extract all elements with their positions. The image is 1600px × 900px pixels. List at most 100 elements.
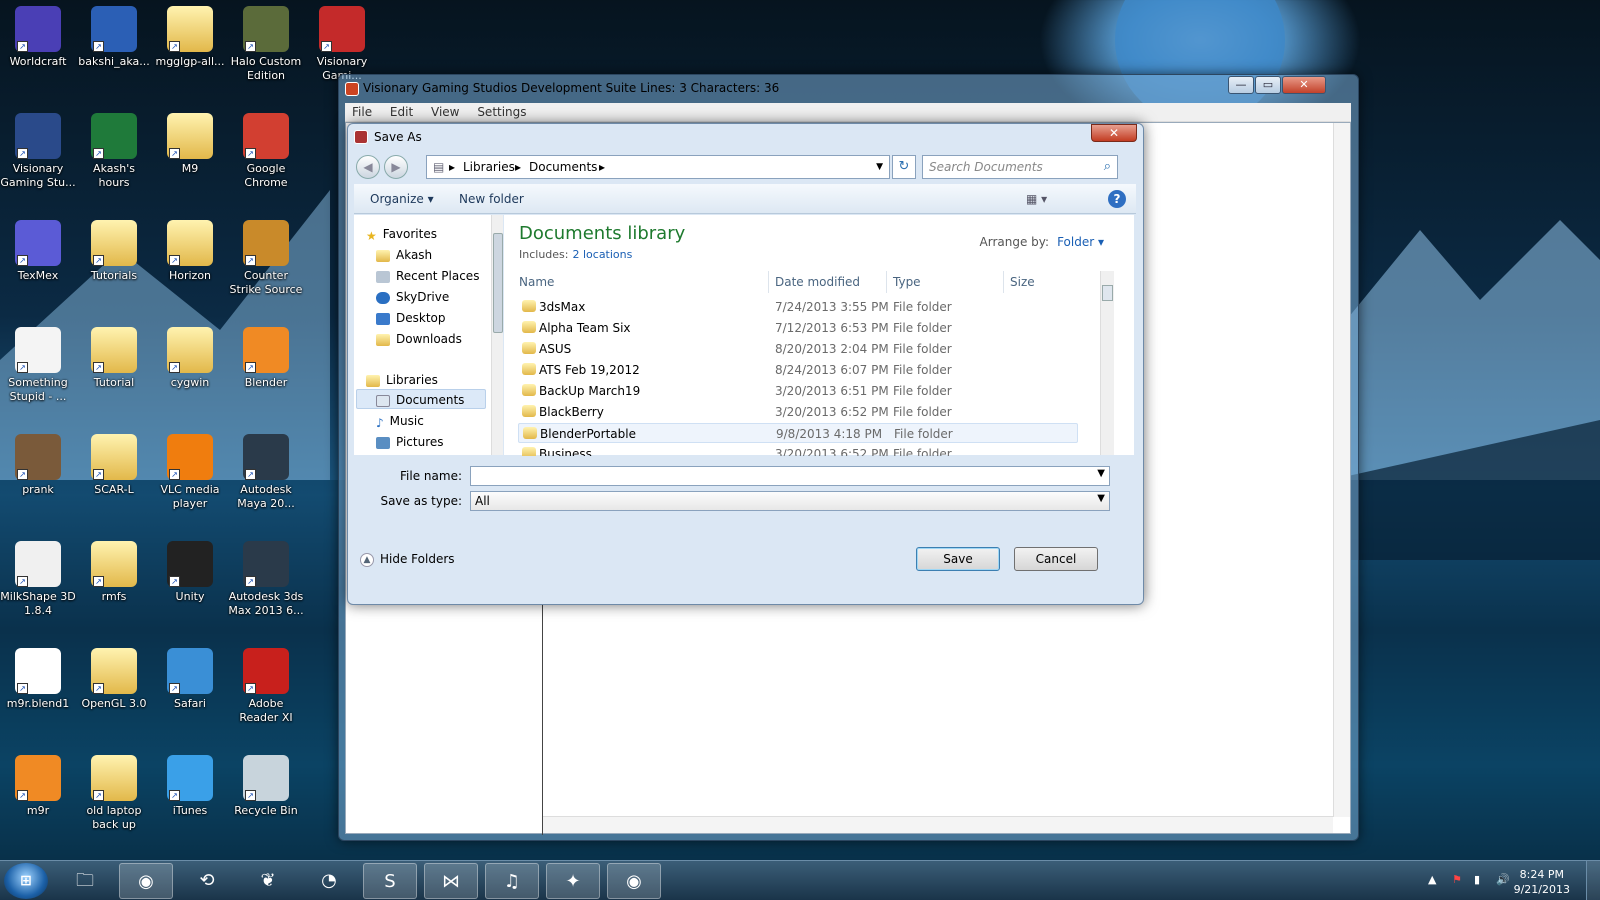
desktop-icon-itunes[interactable]: ↗ iTunes: [152, 749, 228, 849]
network-signal-icon[interactable]: ▮: [1474, 873, 1480, 886]
breadcrumb-documents[interactable]: Documents: [529, 160, 597, 174]
clock[interactable]: 8:24 PM 9/21/2013: [1514, 867, 1570, 897]
taskbar-itunes[interactable]: ♫: [485, 863, 539, 899]
taskbar-maya[interactable]: ❦: [241, 863, 295, 899]
minimize-button[interactable]: —: [1228, 76, 1254, 94]
column-type[interactable]: Type: [893, 275, 921, 289]
menu-settings[interactable]: Settings: [470, 103, 533, 121]
hide-folders-button[interactable]: ▲ Hide Folders: [360, 552, 455, 567]
desktop-icon-vlc-media-player[interactable]: ↗ VLC media player: [152, 428, 228, 528]
search-input[interactable]: Search Documents ⌕: [922, 155, 1118, 179]
desktop-icon-safari[interactable]: ↗ Safari: [152, 642, 228, 742]
menu-view[interactable]: View: [424, 103, 466, 121]
organize-button[interactable]: Organize ▾: [370, 192, 434, 206]
desktop-icon-opengl-3-0[interactable]: ↗ OpenGL 3.0: [76, 642, 152, 742]
file-row[interactable]: BackUp March19 3/20/2013 6:51 PM File fold…: [518, 381, 1078, 401]
file-row[interactable]: BlenderPortable 9/8/2013 4:18 PM File fold…: [518, 423, 1078, 443]
dialog-close-button[interactable]: ✕: [1091, 124, 1137, 142]
nav-skydrive[interactable]: SkyDrive: [376, 290, 449, 304]
editor-vertical-scrollbar[interactable]: [1333, 123, 1350, 817]
taskbar-game[interactable]: ✦: [546, 863, 600, 899]
desktop-icon-halo-custom-edition[interactable]: ↗ Halo Custom Edition: [228, 0, 304, 100]
nav-akash[interactable]: Akash: [376, 248, 432, 262]
view-options-icon[interactable]: ▦ ▾: [1026, 192, 1047, 206]
desktop-icon-horizon[interactable]: ↗ Horizon: [152, 214, 228, 314]
help-icon[interactable]: ?: [1108, 190, 1126, 208]
nav-favorites[interactable]: ★ Favorites: [366, 227, 437, 243]
column-date-modified[interactable]: Date modified: [775, 275, 860, 289]
refresh-button[interactable]: ↻: [892, 155, 916, 179]
desktop-icon-recycle-bin[interactable]: ↗ Recycle Bin: [228, 749, 304, 849]
taskbar-chrome[interactable]: ◉: [119, 863, 173, 899]
chevron-down-icon[interactable]: ▼: [1097, 493, 1105, 504]
nav-scroll-thumb[interactable]: [493, 233, 503, 333]
chevron-down-icon[interactable]: ▼: [876, 162, 883, 172]
filename-input[interactable]: ▼: [470, 466, 1110, 486]
chevron-down-icon[interactable]: ▼: [1097, 468, 1105, 479]
start-button[interactable]: ⊞: [4, 863, 48, 899]
volume-icon[interactable]: 🔊: [1496, 873, 1510, 886]
desktop-icon-milkshape-3d-1-8-4[interactable]: ↗ MilkShape 3D 1.8.4: [0, 535, 76, 635]
taskbar-visionary[interactable]: ◉: [607, 863, 661, 899]
breadcrumb-libraries[interactable]: Libraries: [463, 160, 515, 174]
maximize-button[interactable]: ▭: [1255, 76, 1281, 94]
show-hidden-icons-icon[interactable]: ▲: [1428, 873, 1436, 886]
nav-documents[interactable]: Documents: [376, 393, 464, 407]
desktop-icon-rmfs[interactable]: ↗ rmfs: [76, 535, 152, 635]
nav-libraries[interactable]: Libraries: [366, 373, 438, 387]
desktop-icon-visionary-gaming-stu[interactable]: ↗ Visionary Gaming Stu...: [0, 107, 76, 207]
desktop-icon-scar-l[interactable]: ↗ SCAR-L: [76, 428, 152, 528]
desktop-icon-prank[interactable]: ↗ prank: [0, 428, 76, 528]
save-button[interactable]: Save: [916, 547, 1000, 571]
back-button[interactable]: ◀: [356, 155, 380, 179]
desktop-icon-adobe-reader-xi[interactable]: ↗ Adobe Reader XI: [228, 642, 304, 742]
desktop-icon-counter-strike-source[interactable]: ↗ Counter Strike Source: [228, 214, 304, 314]
desktop-icon-mgglgp-all[interactable]: ↗ mgglgp-all...: [152, 0, 228, 100]
locations-link[interactable]: 2 locations: [572, 248, 632, 261]
action-center-flag-icon[interactable]: ⚑: [1452, 873, 1462, 886]
desktop-icon-texmex[interactable]: ↗ TexMex: [0, 214, 76, 314]
taskbar-visual-studio[interactable]: ⋈: [424, 863, 478, 899]
desktop-icon-tutorial[interactable]: ↗ Tutorial: [76, 321, 152, 421]
desktop-icon-something-stupid[interactable]: ↗ Something Stupid - ...: [0, 321, 76, 421]
address-bar[interactable]: ▤ ▸ Libraries ▸ Documents ▸ ▼: [426, 155, 890, 179]
taskbar-explorer[interactable]: 🗀: [58, 863, 112, 899]
column-size[interactable]: Size: [1010, 275, 1035, 289]
arrange-dropdown[interactable]: Folder ▾: [1057, 235, 1104, 249]
file-row[interactable]: ATS Feb 19,2012 8/24/2013 6:07 PM File fol…: [518, 360, 1078, 380]
menu-edit[interactable]: Edit: [383, 103, 420, 121]
desktop-icon-old-laptop-back-up[interactable]: ↗ old laptop back up: [76, 749, 152, 849]
taskbar-blender[interactable]: ◔: [302, 863, 356, 899]
desktop-icon-akash-s-hours[interactable]: ↗ Akash's hours: [76, 107, 152, 207]
desktop-icon-m9[interactable]: ↗ M9: [152, 107, 228, 207]
desktop-icon-m9r[interactable]: ↗ m9r: [0, 749, 76, 849]
nav-recent-places[interactable]: Recent Places: [376, 269, 479, 283]
file-row[interactable]: Business 3/20/2013 6:52 PM File folder: [518, 444, 1078, 456]
desktop-icon-blender[interactable]: ↗ Blender: [228, 321, 304, 421]
file-row[interactable]: Alpha Team Six 7/12/2013 6:53 PM File fold…: [518, 318, 1078, 338]
file-list-scroll-thumb[interactable]: [1102, 285, 1113, 301]
taskbar-3dsmax[interactable]: ⟲: [180, 863, 234, 899]
nav-scrollbar[interactable]: [491, 215, 503, 455]
desktop-icon-autodesk-3ds-max-2013-6[interactable]: ↗ Autodesk 3ds Max 2013 6...: [228, 535, 304, 635]
desktop-icon-google-chrome[interactable]: ↗ Google Chrome: [228, 107, 304, 207]
desktop-icon-unity[interactable]: ↗ Unity: [152, 535, 228, 635]
file-row[interactable]: BlackBerry 3/20/2013 6:52 PM File folder: [518, 402, 1078, 422]
show-desktop-button[interactable]: [1586, 861, 1600, 900]
column-name[interactable]: Name: [519, 275, 554, 289]
desktop-icon-m9r-blend1[interactable]: ↗ m9r.blend1: [0, 642, 76, 742]
forward-button[interactable]: ▶: [384, 155, 408, 179]
desktop-icon-tutorials[interactable]: ↗ Tutorials: [76, 214, 152, 314]
nav-music[interactable]: ♪ Music: [376, 414, 424, 430]
nav-desktop[interactable]: Desktop: [376, 311, 446, 325]
editor-horizontal-scrollbar[interactable]: [543, 816, 1333, 833]
close-button[interactable]: ✕: [1282, 76, 1326, 94]
desktop-icon-worldcraft[interactable]: ↗ Worldcraft: [0, 0, 76, 100]
desktop-icon-cygwin[interactable]: ↗ cygwin: [152, 321, 228, 421]
save-type-select[interactable]: All ▼: [470, 491, 1110, 511]
menu-file[interactable]: File: [345, 103, 379, 121]
nav-downloads[interactable]: Downloads: [376, 332, 462, 346]
file-row[interactable]: 3dsMax 7/24/2013 3:55 PM File folder: [518, 297, 1078, 317]
new-folder-button[interactable]: New folder: [459, 192, 524, 206]
cancel-button[interactable]: Cancel: [1014, 547, 1098, 571]
